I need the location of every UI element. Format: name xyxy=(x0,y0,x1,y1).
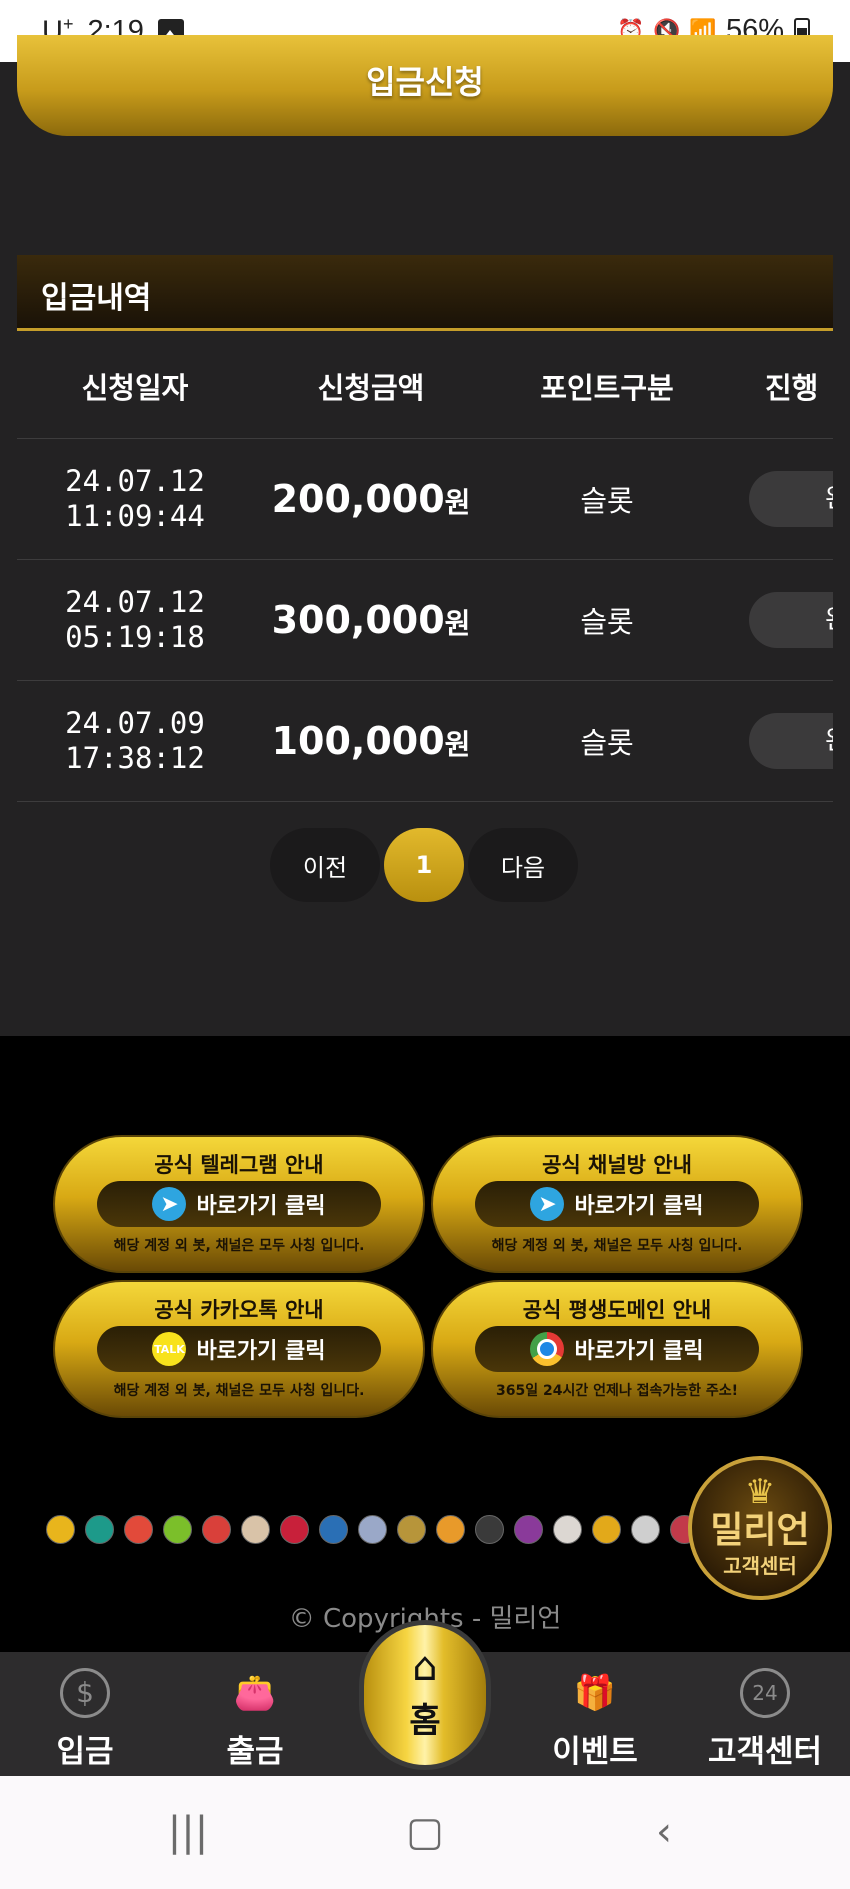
row-status: 완 xyxy=(725,711,833,771)
customer-center-badge[interactable]: ♛ 밀리언 고객센터 xyxy=(688,1456,832,1600)
provider-logo-icon xyxy=(319,1515,348,1544)
dollar-icon: $ xyxy=(60,1668,110,1718)
banner-subtext: 해당 계정 외 봇, 채널은 모두 사칭 입니다. xyxy=(113,1238,365,1254)
status-badge: 완 xyxy=(749,592,833,648)
customer-center-brand: 밀리언 xyxy=(710,1510,810,1551)
table-row: 24.07.1211:09:44 200,000원 슬롯 완 xyxy=(17,439,833,560)
banner-subtext: 365일 24시간 언제나 접속가능한 주소! xyxy=(495,1383,739,1399)
banner-go-label: 바로가기 클릭 xyxy=(196,1339,326,1364)
support-24-icon: 24 xyxy=(740,1668,790,1718)
provider-logo-icon xyxy=(553,1515,582,1544)
wallet-icon: 👛 xyxy=(233,1673,277,1713)
table-row: 24.07.1205:19:18 300,000원 슬롯 완 xyxy=(17,560,833,681)
row-point-type: 슬롯 xyxy=(580,726,634,760)
banner-subtext: 해당 계정 외 봇, 채널은 모두 사칭 입니다. xyxy=(113,1383,365,1399)
nav-withdraw[interactable]: 👛 출금 xyxy=(170,1652,340,1776)
provider-logo-icon xyxy=(280,1515,309,1544)
domain-official-banner[interactable]: 공식 평생도메인 안내 바로가기 클릭 365일 24시간 언제나 접속가능한 … xyxy=(431,1280,803,1418)
column-header-point-type: 포인트구분 xyxy=(540,371,674,405)
telegram-icon: ➤ xyxy=(530,1187,565,1221)
nav-deposit[interactable]: $ 입금 xyxy=(0,1652,170,1776)
provider-logo-icon xyxy=(202,1515,231,1544)
next-page-button[interactable]: 다음 xyxy=(468,828,578,902)
provider-logo-icon xyxy=(163,1515,192,1544)
nav-support[interactable]: 24 고객센터 xyxy=(680,1652,850,1776)
row-status: 완 xyxy=(725,590,833,650)
deposit-history-header: 입금내역 xyxy=(17,255,833,331)
banner-title: 공식 평생도메인 안내 xyxy=(522,1298,712,1322)
banner-title: 공식 텔레그램 안내 xyxy=(154,1153,324,1177)
status-badge: 완 xyxy=(749,713,833,769)
nav-event[interactable]: 🎁 이벤트 xyxy=(510,1652,680,1776)
provider-logo-icon xyxy=(85,1515,114,1544)
banner-subtext: 해당 계정 외 봇, 채널은 모두 사칭 입니다. xyxy=(491,1238,743,1254)
row-point-type: 슬롯 xyxy=(580,484,634,518)
provider-logo-icon xyxy=(631,1515,660,1544)
nav-withdraw-label: 출금 xyxy=(226,1734,284,1770)
kakaotalk-icon: TALK xyxy=(152,1332,187,1366)
banner-go-label: 바로가기 클릭 xyxy=(574,1194,704,1219)
deposit-history-title: 입금내역 xyxy=(41,281,152,316)
deposit-apply-button[interactable]: 입금신청 xyxy=(17,35,833,136)
nav-home-label: 홈 xyxy=(409,1701,441,1741)
prev-page-button[interactable]: 이전 xyxy=(270,828,380,902)
page-1-button[interactable]: 1 xyxy=(384,828,464,902)
home-system-icon[interactable]: ▢ xyxy=(395,1804,455,1860)
home-icon: ⌂ xyxy=(412,1644,438,1690)
column-header-amount: 신청금액 xyxy=(317,371,425,405)
banner-go-button[interactable]: TALK 바로가기 클릭 xyxy=(97,1326,381,1372)
provider-logo-icon xyxy=(124,1515,153,1544)
row-amount: 100,000원 xyxy=(271,719,471,763)
banner-go-label: 바로가기 클릭 xyxy=(196,1194,326,1219)
provider-logo-icon xyxy=(46,1515,75,1544)
chrome-icon xyxy=(530,1332,565,1366)
row-date: 24.07.12 11:09:44 xyxy=(65,464,205,533)
provider-logo-icon xyxy=(592,1515,621,1544)
provider-logo-icon xyxy=(397,1515,426,1544)
column-header-status: 진행 xyxy=(765,371,819,405)
channel-official-banner[interactable]: 공식 채널방 안내 ➤ 바로가기 클릭 해당 계정 외 봇, 채널은 모두 사칭… xyxy=(431,1135,803,1273)
banner-go-button[interactable]: ➤ 바로가기 클릭 xyxy=(97,1181,381,1227)
nav-event-label: 이벤트 xyxy=(552,1734,638,1770)
deposit-apply-label: 입금신청 xyxy=(366,63,484,101)
status-badge: 완 xyxy=(749,471,833,527)
table-row: 24.07.0917:38:12 100,000원 슬롯 완 xyxy=(17,681,833,802)
provider-logo-icon xyxy=(241,1515,270,1544)
nav-support-label: 고객센터 xyxy=(707,1734,823,1770)
provider-logo-icon xyxy=(514,1515,543,1544)
provider-logo-icon xyxy=(436,1515,465,1544)
back-icon[interactable]: ‹ xyxy=(634,1804,694,1860)
row-amount: 200,000원 xyxy=(271,477,471,521)
banner-title: 공식 카카오톡 안내 xyxy=(154,1298,324,1322)
provider-logos xyxy=(46,1515,699,1544)
telegram-icon: ➤ xyxy=(152,1187,187,1221)
kakaotalk-official-banner[interactable]: 공식 카카오톡 안내 TALK 바로가기 클릭 해당 계정 외 봇, 채널은 모… xyxy=(53,1280,425,1418)
row-date: 24.07.12 05:19:18 xyxy=(65,585,205,654)
provider-logo-icon xyxy=(475,1515,504,1544)
provider-logo-icon xyxy=(358,1515,387,1544)
banner-go-button[interactable]: 바로가기 클릭 xyxy=(475,1326,759,1372)
row-status: 완 xyxy=(725,469,833,529)
customer-center-label: 고객센터 xyxy=(723,1554,797,1578)
banner-title: 공식 채널방 안내 xyxy=(542,1153,692,1177)
row-point-type: 슬롯 xyxy=(580,605,634,639)
gift-icon: 🎁 xyxy=(573,1673,617,1713)
telegram-official-banner[interactable]: 공식 텔레그램 안내 ➤ 바로가기 클릭 해당 계정 외 봇, 채널은 모두 사… xyxy=(53,1135,425,1273)
system-nav-bar: ||| ▢ ‹ xyxy=(0,1776,850,1889)
banner-go-button[interactable]: ➤ 바로가기 클릭 xyxy=(475,1181,759,1227)
nav-deposit-label: 입금 xyxy=(56,1734,114,1770)
crown-icon: ♛ xyxy=(744,1472,776,1512)
row-amount: 300,000원 xyxy=(271,598,471,642)
column-header-date: 신청일자 xyxy=(81,371,189,405)
row-date: 24.07.09 17:38:12 xyxy=(65,706,205,775)
deposit-history-table: 신청일자 신청금액 포인트구분 진행 24.07.12 11:09:44 200,… xyxy=(17,334,833,802)
banner-go-label: 바로가기 클릭 xyxy=(574,1339,704,1364)
pagination: 이전 1 다음 xyxy=(270,828,578,902)
nav-home-button[interactable]: ⌂ 홈 xyxy=(359,1620,491,1770)
recent-apps-icon[interactable]: ||| xyxy=(158,1804,218,1860)
table-header-row: 신청일자 신청금액 포인트구분 진행 xyxy=(17,334,833,439)
